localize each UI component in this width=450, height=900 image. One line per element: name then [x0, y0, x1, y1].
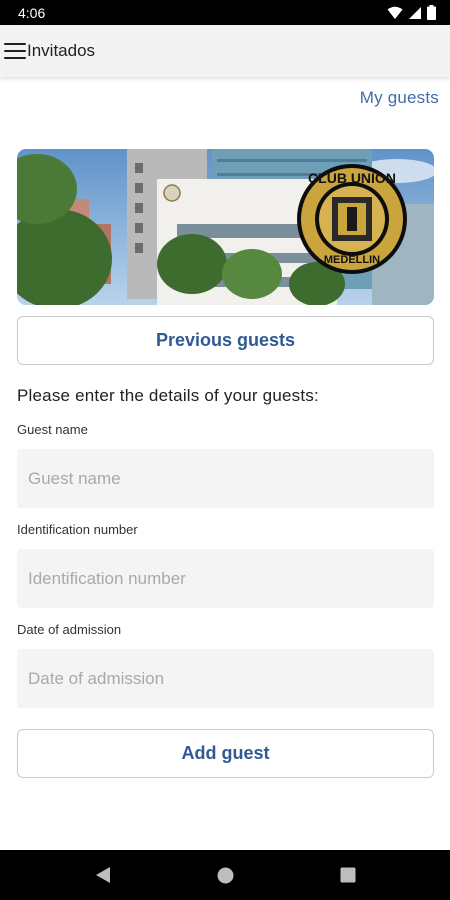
status-time: 4:06: [18, 4, 46, 21]
guest-name-input[interactable]: [17, 449, 434, 508]
status-icons: [387, 5, 436, 20]
recents-square-icon: [340, 867, 356, 883]
club-union-logo-icon: CLUB UNION MEDELLIN: [297, 164, 407, 274]
my-guests-link[interactable]: My guests: [360, 88, 439, 108]
back-nav-button[interactable]: [78, 850, 128, 900]
recents-nav-button[interactable]: [323, 850, 373, 900]
back-triangle-icon: [96, 867, 110, 883]
hamburger-menu-icon[interactable]: [4, 43, 26, 59]
home-nav-button[interactable]: [200, 850, 250, 900]
wifi-icon: [387, 6, 403, 19]
logo-top-text: CLUB UNION: [308, 170, 396, 186]
app-bar: Invitados: [0, 25, 450, 77]
logo-bottom-text: MEDELLIN: [324, 254, 380, 266]
status-bar: 4:06: [0, 0, 450, 25]
identification-number-input[interactable]: [17, 549, 434, 608]
date-of-admission-input[interactable]: [17, 649, 434, 708]
identification-number-label: Identification number: [17, 522, 138, 537]
battery-icon: [427, 5, 436, 20]
page-title: Invitados: [27, 41, 96, 60]
form-instructions: Please enter the details of your guests:: [17, 386, 319, 405]
add-guest-button[interactable]: Add guest: [17, 729, 434, 778]
guest-name-label: Guest name: [17, 422, 88, 437]
date-of-admission-label: Date of admission: [17, 622, 122, 637]
building-illustration: CLUB UNION MEDELLIN: [17, 149, 434, 305]
previous-guests-button[interactable]: Previous guests: [17, 316, 434, 365]
system-navigation-bar: [0, 850, 450, 900]
cellular-signal-icon: [409, 6, 421, 19]
home-circle-icon: [217, 867, 233, 883]
club-banner-image: CLUB UNION MEDELLIN: [17, 149, 434, 305]
